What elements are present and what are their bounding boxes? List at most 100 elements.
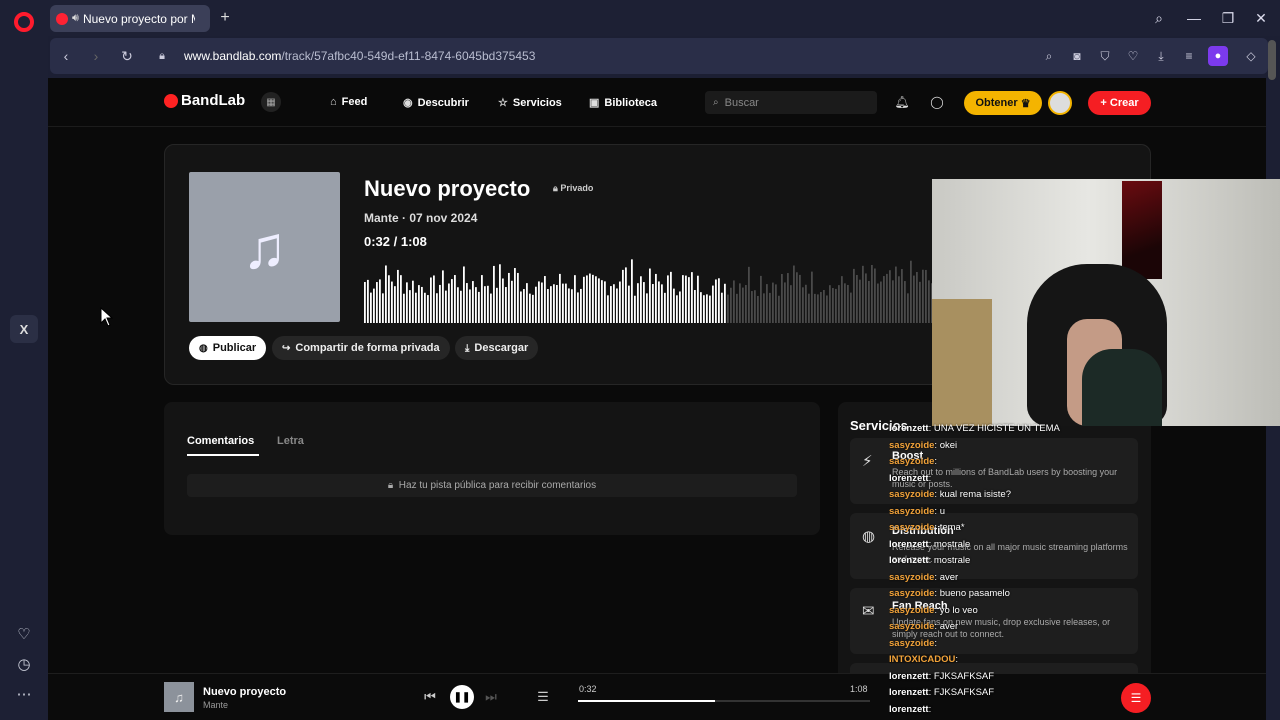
waveform-bar bbox=[409, 290, 411, 323]
share-private-button[interactable]: ↪ Compartir de forma privada bbox=[272, 336, 450, 360]
extensions-cube-icon[interactable]: ◇ bbox=[1242, 47, 1260, 65]
player-progress-fill bbox=[578, 700, 716, 702]
search-input[interactable]: ⌕ Buscar bbox=[705, 91, 877, 114]
waveform-bar bbox=[454, 275, 456, 323]
nav-descubrir[interactable]: ◉ Descubrir bbox=[403, 96, 469, 110]
new-tab-plus-icon[interactable]: + bbox=[216, 9, 234, 27]
shield-icon[interactable]: ⛉ bbox=[1096, 47, 1114, 65]
browser-tab[interactable]: 🔊︎ Nuevo proyecto por Mante bbox=[50, 5, 210, 32]
tab-letra[interactable]: Letra bbox=[277, 435, 304, 447]
pause-button[interactable]: ❚❚ bbox=[450, 685, 474, 709]
speaker-icon[interactable]: 🔊︎ bbox=[72, 12, 79, 25]
queue-icon[interactable]: ☰ bbox=[533, 687, 553, 707]
artist-date[interactable]: Mante · 07 nov 2024 bbox=[364, 211, 477, 225]
forward-icon[interactable]: › bbox=[86, 46, 106, 66]
waveform-bar bbox=[766, 284, 768, 323]
waveform-bar bbox=[379, 279, 381, 323]
heart-bookmark-icon[interactable]: ♡ bbox=[1124, 47, 1142, 65]
chat-message: sasyzoide: bbox=[889, 456, 938, 467]
download-icon[interactable]: ⤓ bbox=[1152, 47, 1170, 65]
notice-text: Haz tu pista pública para recibir coment… bbox=[398, 480, 597, 491]
waveform-bar bbox=[604, 281, 606, 323]
close-icon[interactable]: ✕ bbox=[1250, 8, 1272, 28]
lock-icon: 🔒︎ bbox=[387, 480, 394, 491]
waveform-bar bbox=[460, 290, 462, 323]
player-title[interactable]: Nuevo proyecto bbox=[203, 686, 286, 698]
player-artist[interactable]: Mante bbox=[203, 700, 228, 710]
waveform-bar bbox=[706, 294, 708, 323]
waveform-bar bbox=[400, 275, 402, 323]
restore-icon[interactable]: ❐ bbox=[1217, 8, 1239, 28]
waveform-bar bbox=[742, 287, 744, 323]
waveform-bar bbox=[541, 282, 543, 323]
zoom-search-icon[interactable]: ⌕ bbox=[1040, 47, 1058, 65]
chat-text: kual rema isiste? bbox=[939, 489, 1011, 500]
chat-message: lorenzett: mostrale bbox=[889, 538, 971, 550]
waveform-bar bbox=[550, 286, 552, 323]
waveform-bar bbox=[661, 284, 663, 323]
nav-feed[interactable]: ⌂ Feed bbox=[330, 96, 367, 108]
obtener-button[interactable]: Obtener ♛ bbox=[964, 91, 1042, 115]
previous-icon[interactable]: ⏮︎ bbox=[420, 687, 440, 707]
apps-grid-icon[interactable]: ▦ bbox=[261, 92, 281, 112]
waveform-bar bbox=[658, 281, 660, 323]
waveform-bar bbox=[880, 281, 882, 323]
publish-button[interactable]: ◍ Publicar bbox=[189, 336, 267, 360]
library-icon: ▣ bbox=[589, 97, 600, 109]
more-icon[interactable]: ⋯ bbox=[13, 683, 35, 705]
bandlab-logo[interactable]: BandLab bbox=[164, 92, 245, 109]
waveform-bar bbox=[859, 279, 861, 323]
waveform-bar bbox=[589, 273, 591, 323]
tab-comentarios[interactable]: Comentarios bbox=[187, 435, 254, 447]
waveform-bar bbox=[574, 275, 576, 323]
lock-icon[interactable]: 🔒︎ bbox=[152, 46, 172, 66]
star-icon: ☆ bbox=[498, 97, 508, 109]
waveform-bar bbox=[913, 275, 915, 323]
chat-username: lorenzett bbox=[889, 703, 929, 715]
waveform-bar bbox=[814, 293, 816, 323]
next-icon[interactable]: ⏭︎ bbox=[481, 687, 501, 707]
waveform-bar bbox=[562, 283, 564, 323]
waveform-bar bbox=[505, 287, 507, 323]
waveform[interactable] bbox=[364, 253, 934, 323]
bell-icon[interactable]: 🔔︎ bbox=[894, 94, 910, 110]
chat-message: lorenzett: mostrale bbox=[889, 555, 971, 566]
search-tabs-icon[interactable]: ⌕ bbox=[1148, 8, 1170, 28]
waveform-bar bbox=[817, 294, 819, 323]
waveform-bar bbox=[382, 293, 384, 323]
waveform-bar bbox=[502, 278, 504, 323]
waveform-bar bbox=[412, 280, 414, 323]
opera-logo-icon[interactable] bbox=[14, 12, 34, 32]
waveform-bar bbox=[844, 283, 846, 323]
waveform-bar bbox=[415, 292, 417, 323]
history-icon[interactable]: ◷ bbox=[13, 653, 35, 675]
profile-icon[interactable]: ● bbox=[1208, 46, 1228, 66]
camera-icon[interactable]: ◙ bbox=[1068, 47, 1086, 65]
x-twitter-icon[interactable]: X bbox=[10, 315, 38, 343]
chat-username: sasyzoide bbox=[889, 621, 935, 632]
nav-biblioteca[interactable]: ▣ Biblioteca bbox=[589, 96, 657, 110]
scrollbar[interactable] bbox=[1268, 40, 1276, 80]
waveform-bar bbox=[883, 276, 885, 323]
nav-label: Servicios bbox=[512, 96, 562, 109]
waveform-bar bbox=[676, 295, 678, 323]
player-cover[interactable]: ♫ bbox=[164, 682, 194, 712]
minimize-icon[interactable]: — bbox=[1183, 8, 1205, 28]
player-progress-bar[interactable] bbox=[578, 700, 870, 702]
back-icon[interactable]: ‹ bbox=[56, 46, 76, 66]
waveform-bar bbox=[511, 280, 513, 323]
nav-servicios[interactable]: ☆ Servicios bbox=[498, 96, 562, 110]
waveform-bar bbox=[496, 287, 498, 323]
crear-button[interactable]: + Crear bbox=[1088, 91, 1151, 115]
menu-icon[interactable]: ≡ bbox=[1180, 47, 1198, 65]
chat-text: mostrale bbox=[933, 538, 971, 550]
waveform-bar bbox=[538, 281, 540, 323]
heart-icon[interactable]: ♡ bbox=[13, 623, 35, 645]
chat-icon[interactable]: ◯ bbox=[929, 94, 945, 110]
waveform-bar bbox=[862, 265, 864, 323]
globe-icon: ◍ bbox=[862, 528, 876, 545]
download-button[interactable]: ⤓ Descargar bbox=[455, 336, 539, 360]
reload-icon[interactable]: ↻ bbox=[117, 46, 137, 66]
avatar[interactable] bbox=[1048, 91, 1072, 115]
url-field[interactable]: www.bandlab.com/track/57afbc40-549d-ef11… bbox=[184, 49, 535, 63]
